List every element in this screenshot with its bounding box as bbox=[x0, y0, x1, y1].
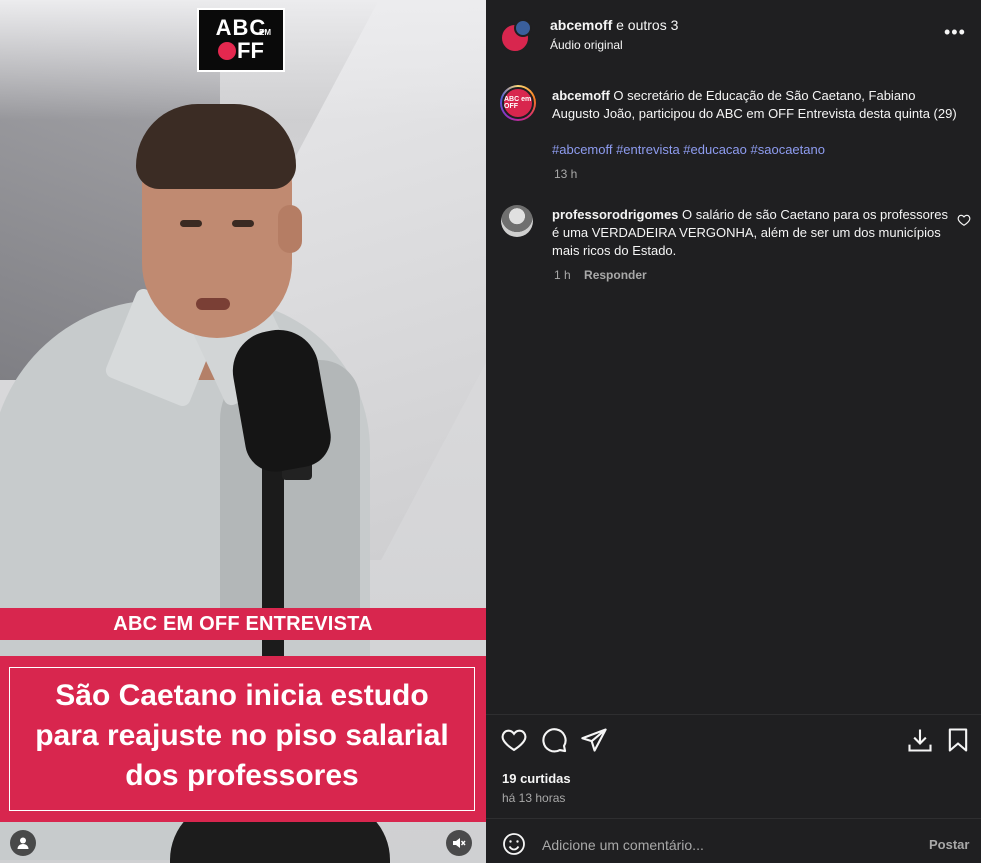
comment-composer: Postar bbox=[486, 826, 981, 863]
emoji-icon[interactable] bbox=[502, 832, 526, 856]
likes-count[interactable]: 19 curtidas bbox=[502, 771, 571, 786]
divider bbox=[486, 714, 981, 715]
hair bbox=[136, 104, 296, 189]
ear bbox=[278, 205, 302, 253]
muted-speaker-icon[interactable] bbox=[446, 830, 472, 856]
post-panel: abcemoff e outros 3 Áudio original ••• A… bbox=[486, 0, 981, 863]
heart-icon[interactable] bbox=[500, 726, 528, 754]
caption-hashtags[interactable]: #abcemoff #entrevista #educacao #saocaet… bbox=[552, 142, 825, 157]
bookmark-icon[interactable] bbox=[944, 726, 972, 754]
divider bbox=[486, 818, 981, 819]
more-options-icon[interactable]: ••• bbox=[944, 22, 966, 43]
author-username[interactable]: abcemoff bbox=[550, 17, 612, 33]
headline-line: dos professores bbox=[125, 759, 359, 792]
comment-like-icon[interactable] bbox=[957, 213, 971, 227]
video-player[interactable]: ABC EM FF ABC EM OFF ENTREVISTA São Caet… bbox=[0, 0, 486, 863]
caption-avatar[interactable]: ABC em OFF bbox=[500, 85, 536, 121]
program-label-band: ABC EM OFF ENTREVISTA bbox=[0, 608, 486, 640]
commenter-avatar[interactable] bbox=[501, 205, 533, 237]
caption-body: O secretário de Educação de São Caetano,… bbox=[552, 88, 957, 121]
eye-left bbox=[180, 220, 202, 227]
logo-text-em: EM bbox=[259, 28, 271, 37]
comment-input[interactable] bbox=[542, 835, 902, 855]
reel-viewer: ABC EM FF ABC EM OFF ENTREVISTA São Caet… bbox=[0, 0, 981, 863]
logo-text-bottom: FF bbox=[218, 39, 264, 63]
caption-timestamp: 13 h bbox=[554, 167, 578, 181]
program-label: ABC EM OFF ENTREVISTA bbox=[113, 612, 373, 635]
logo-text-ff: FF bbox=[237, 38, 264, 63]
post-header: abcemoff e outros 3 Áudio original ••• bbox=[486, 0, 981, 70]
comment-timestamp: 1 h bbox=[554, 268, 571, 282]
post-button[interactable]: Postar bbox=[929, 837, 969, 852]
post-age: há 13 horas bbox=[502, 791, 566, 805]
eye-right bbox=[232, 220, 254, 227]
reply-button[interactable]: Responder bbox=[584, 268, 647, 282]
account-icon[interactable] bbox=[10, 830, 36, 856]
action-bar bbox=[486, 726, 981, 756]
collab-avatars[interactable] bbox=[500, 19, 534, 53]
commenter-username[interactable]: professorodrigomes bbox=[552, 207, 678, 222]
caption-username[interactable]: abcemoff bbox=[552, 88, 610, 103]
avatar-logo: ABC em OFF bbox=[502, 87, 534, 119]
caption-text: abcemoff O secretário de Educação de São… bbox=[552, 87, 962, 123]
headline: São Caetano inicia estudo para reajuste … bbox=[9, 676, 475, 796]
mouth bbox=[196, 298, 230, 310]
channel-logo: ABC EM FF bbox=[197, 8, 285, 72]
audio-label[interactable]: Áudio original bbox=[550, 38, 623, 52]
co-authors[interactable]: e outros 3 bbox=[616, 17, 678, 33]
comment-icon[interactable] bbox=[540, 726, 568, 754]
comment-text: professorodrigomes O salário de são Caet… bbox=[552, 206, 952, 260]
author-line[interactable]: abcemoff e outros 3 bbox=[550, 17, 678, 33]
comment-meta: 1 h Responder bbox=[554, 268, 647, 282]
download-icon[interactable] bbox=[906, 726, 934, 754]
share-icon[interactable] bbox=[580, 726, 608, 754]
avatar bbox=[514, 19, 532, 37]
power-dot-icon bbox=[218, 42, 237, 60]
headline-line: para reajuste no piso salarial bbox=[35, 719, 449, 752]
headline-line: São Caetano inicia estudo bbox=[55, 679, 429, 712]
